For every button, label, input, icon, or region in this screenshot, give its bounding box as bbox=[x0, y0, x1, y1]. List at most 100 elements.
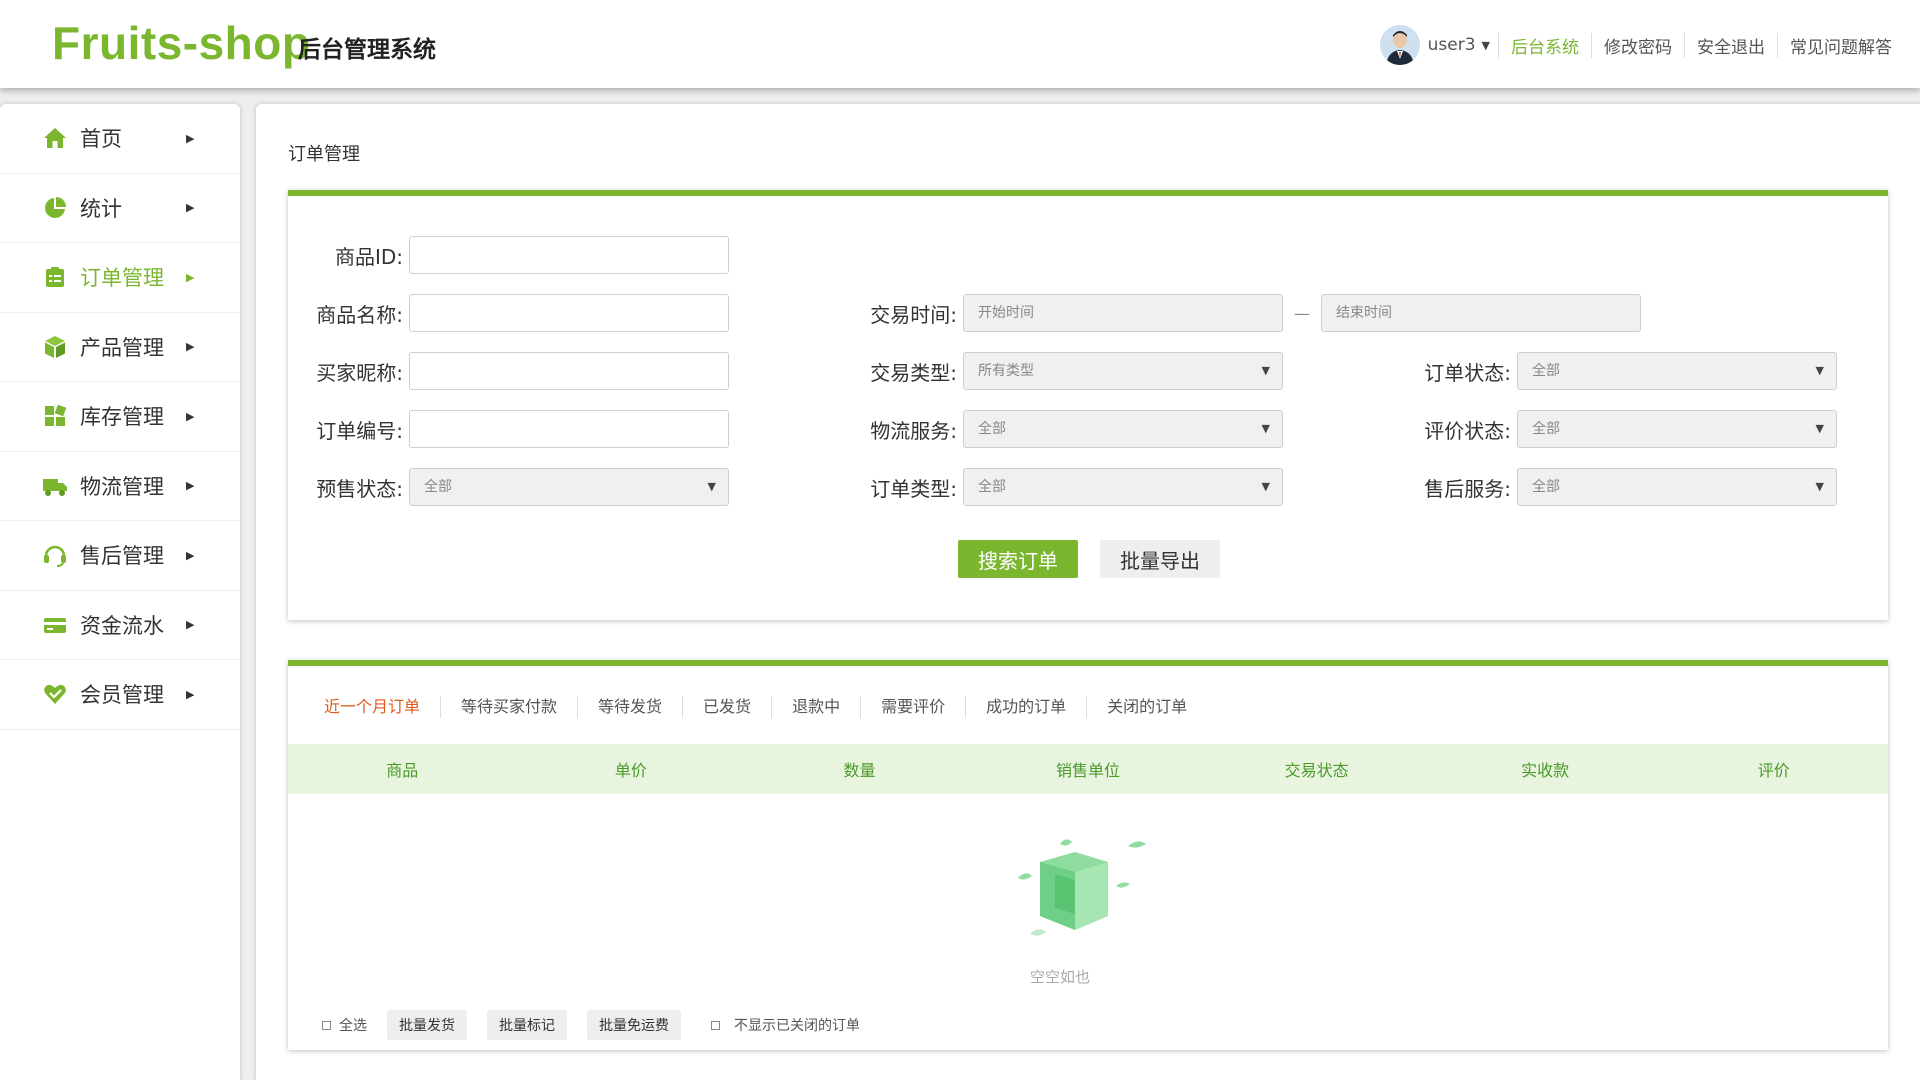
column-header-unit-price: 单价 bbox=[614, 761, 647, 780]
sidebar-item-orders[interactable]: 订单管理 ▶ bbox=[0, 243, 240, 313]
page-title: 订单管理 bbox=[288, 144, 360, 165]
orders-table-header: 商品 单价 数量 销售单位 交易状态 实收款 评价 bbox=[288, 744, 1888, 794]
username[interactable]: user3 bbox=[1428, 35, 1476, 55]
review-status-select[interactable]: 全部 ▼ bbox=[1517, 410, 1837, 448]
sidebar-item-cash-flow[interactable]: 资金流水 ▶ bbox=[0, 591, 240, 660]
tab-shipped[interactable]: 已发货 bbox=[682, 696, 771, 718]
presale-status-select[interactable]: 全部 ▼ bbox=[409, 468, 729, 506]
batch-free-shipping-button[interactable]: 批量免运费 bbox=[587, 1010, 681, 1040]
form-row-review-status: 评价状态: 全部 ▼ bbox=[1396, 410, 1837, 448]
form-row-trade-type: 交易类型: 所有类型 ▼ bbox=[842, 352, 1283, 390]
presale-status-label: 预售状态: bbox=[316, 476, 403, 501]
batch-mark-button[interactable]: 批量标记 bbox=[487, 1010, 567, 1040]
column-header-sales-unit: 销售单位 bbox=[1056, 761, 1121, 780]
sidebar-item-label: 统计 bbox=[80, 196, 122, 221]
sidebar-item-inventory[interactable]: 库存管理 ▶ bbox=[0, 382, 240, 452]
date-range-separator: — bbox=[1294, 303, 1310, 323]
chevron-down-icon: ▼ bbox=[1815, 422, 1824, 435]
trade-type-label: 交易类型: bbox=[870, 360, 957, 385]
column-header-trade-status: 交易状态 bbox=[1284, 761, 1349, 780]
tab-awaiting-payment[interactable]: 等待买家付款 bbox=[440, 696, 577, 718]
order-number-input[interactable] bbox=[409, 410, 729, 448]
batch-export-button[interactable]: 批量导出 bbox=[1100, 540, 1220, 578]
orders-footer-bar: 全选 批量发货 批量标记 批量免运费 不显示已关闭的订单 bbox=[322, 1010, 860, 1040]
order-type-select[interactable]: 全部 ▼ bbox=[963, 468, 1283, 506]
sidebar-item-after-sales[interactable]: 售后管理 ▶ bbox=[0, 521, 240, 591]
form-row-trade-time: 交易时间: 开始时间 — 结束时间 bbox=[842, 294, 1641, 332]
avatar[interactable] bbox=[1379, 25, 1420, 65]
sidebar-item-label: 首页 bbox=[80, 127, 122, 152]
link-backend-system[interactable]: 后台系统 bbox=[1498, 32, 1591, 58]
column-header-product: 商品 bbox=[386, 761, 419, 780]
form-row-order-number: 订单编号: bbox=[288, 410, 729, 448]
user-dropdown-caret-icon[interactable]: ▼ bbox=[1482, 39, 1490, 52]
sidebar-item-statistics[interactable]: 统计 ▶ bbox=[0, 174, 240, 243]
product-name-input[interactable] bbox=[409, 294, 729, 332]
buyer-nickname-input[interactable] bbox=[409, 352, 729, 390]
chevron-right-icon: ▶ bbox=[186, 479, 195, 493]
chevron-down-icon: ▼ bbox=[1261, 422, 1270, 435]
chevron-right-icon: ▶ bbox=[186, 201, 195, 215]
review-status-label: 评价状态: bbox=[1424, 418, 1511, 443]
logistics-select[interactable]: 全部 ▼ bbox=[963, 410, 1283, 448]
sidebar-item-label: 物流管理 bbox=[80, 474, 164, 499]
link-change-password[interactable]: 修改密码 bbox=[1591, 32, 1684, 58]
logistics-value: 全部 bbox=[978, 421, 1006, 437]
top-header: Fruits-shop 后台管理系统 user3 ▼ 后台系统 修改密码 安全退… bbox=[0, 0, 1920, 88]
headset-icon bbox=[44, 546, 66, 568]
pie-chart-icon bbox=[45, 196, 66, 218]
tab-awaiting-shipment[interactable]: 等待发货 bbox=[577, 696, 682, 718]
form-row-order-type: 订单类型: 全部 ▼ bbox=[842, 468, 1283, 506]
link-faq[interactable]: 常见问题解答 bbox=[1777, 32, 1904, 58]
hide-closed-label: 不显示已关闭的订单 bbox=[734, 1018, 860, 1034]
form-row-presale-status: 预售状态: 全部 ▼ bbox=[288, 468, 729, 506]
order-status-select[interactable]: 全部 ▼ bbox=[1517, 352, 1837, 390]
chevron-down-icon: ▼ bbox=[1815, 364, 1824, 377]
order-type-value: 全部 bbox=[978, 479, 1006, 495]
tab-refunding[interactable]: 退款中 bbox=[771, 696, 860, 718]
form-row-order-status: 订单状态: 全部 ▼ bbox=[1396, 352, 1837, 390]
app-logo[interactable]: Fruits-shop bbox=[52, 16, 310, 70]
tab-needs-review[interactable]: 需要评价 bbox=[860, 696, 965, 718]
after-sales-select[interactable]: 全部 ▼ bbox=[1517, 468, 1837, 506]
order-status-value: 全部 bbox=[1532, 363, 1560, 379]
tab-successful-orders[interactable]: 成功的订单 bbox=[965, 696, 1086, 718]
tab-closed-orders[interactable]: 关闭的订单 bbox=[1086, 696, 1207, 718]
app-subtitle: 后台管理系统 bbox=[298, 37, 436, 63]
avatar-image bbox=[1379, 25, 1420, 65]
form-row-buyer-nickname: 买家昵称: bbox=[288, 352, 729, 390]
after-sales-label: 售后服务: bbox=[1424, 476, 1511, 501]
search-panel: 商品ID: 商品名称: 买家昵称: 订单编号: 预售状态: 全部 ▼ 交易时间:… bbox=[288, 190, 1888, 620]
select-all-checkbox[interactable] bbox=[322, 1020, 331, 1030]
sidebar-item-label: 订单管理 bbox=[80, 266, 164, 291]
trade-type-value: 所有类型 bbox=[978, 363, 1034, 379]
column-header-review: 评价 bbox=[1757, 761, 1790, 780]
chevron-down-icon: ▼ bbox=[707, 480, 716, 493]
hide-closed-checkbox[interactable] bbox=[711, 1020, 720, 1030]
tab-last-month-orders[interactable]: 近一个月订单 bbox=[308, 696, 440, 718]
trade-type-select[interactable]: 所有类型 ▼ bbox=[963, 352, 1283, 390]
link-logout[interactable]: 安全退出 bbox=[1684, 32, 1777, 58]
trade-time-label: 交易时间: bbox=[870, 302, 957, 327]
end-time-input[interactable]: 结束时间 bbox=[1321, 294, 1641, 332]
start-time-input[interactable]: 开始时间 bbox=[963, 294, 1283, 332]
sidebar-item-members[interactable]: 会员管理 ▶ bbox=[0, 660, 240, 730]
chevron-right-icon: ▶ bbox=[186, 131, 195, 145]
sidebar-item-logistics[interactable]: 物流管理 ▶ bbox=[0, 452, 240, 521]
chevron-down-icon: ▼ bbox=[1261, 364, 1270, 377]
sidebar-item-products[interactable]: 产品管理 ▶ bbox=[0, 313, 240, 382]
sidebar-item-home[interactable]: 首页 ▶ bbox=[0, 104, 240, 174]
empty-state-text: 空空如也 bbox=[1029, 968, 1090, 986]
heart-shield-icon bbox=[44, 685, 66, 705]
chevron-right-icon: ▶ bbox=[186, 618, 195, 632]
card-icon bbox=[44, 617, 66, 633]
cube-icon bbox=[45, 335, 65, 358]
batch-ship-button[interactable]: 批量发货 bbox=[387, 1010, 467, 1040]
logistics-label: 物流服务: bbox=[870, 418, 957, 443]
chevron-right-icon: ▶ bbox=[186, 340, 195, 354]
orders-panel: 近一个月订单 等待买家付款 等待发货 已发货 退款中 需要评价 成功的订单 关闭… bbox=[288, 660, 1888, 1050]
product-id-input[interactable] bbox=[409, 236, 729, 274]
order-tabs: 近一个月订单 等待买家付款 等待发货 已发货 退款中 需要评价 成功的订单 关闭… bbox=[308, 696, 1207, 718]
sidebar-item-label: 资金流水 bbox=[80, 613, 164, 638]
search-orders-button[interactable]: 搜索订单 bbox=[958, 540, 1078, 578]
